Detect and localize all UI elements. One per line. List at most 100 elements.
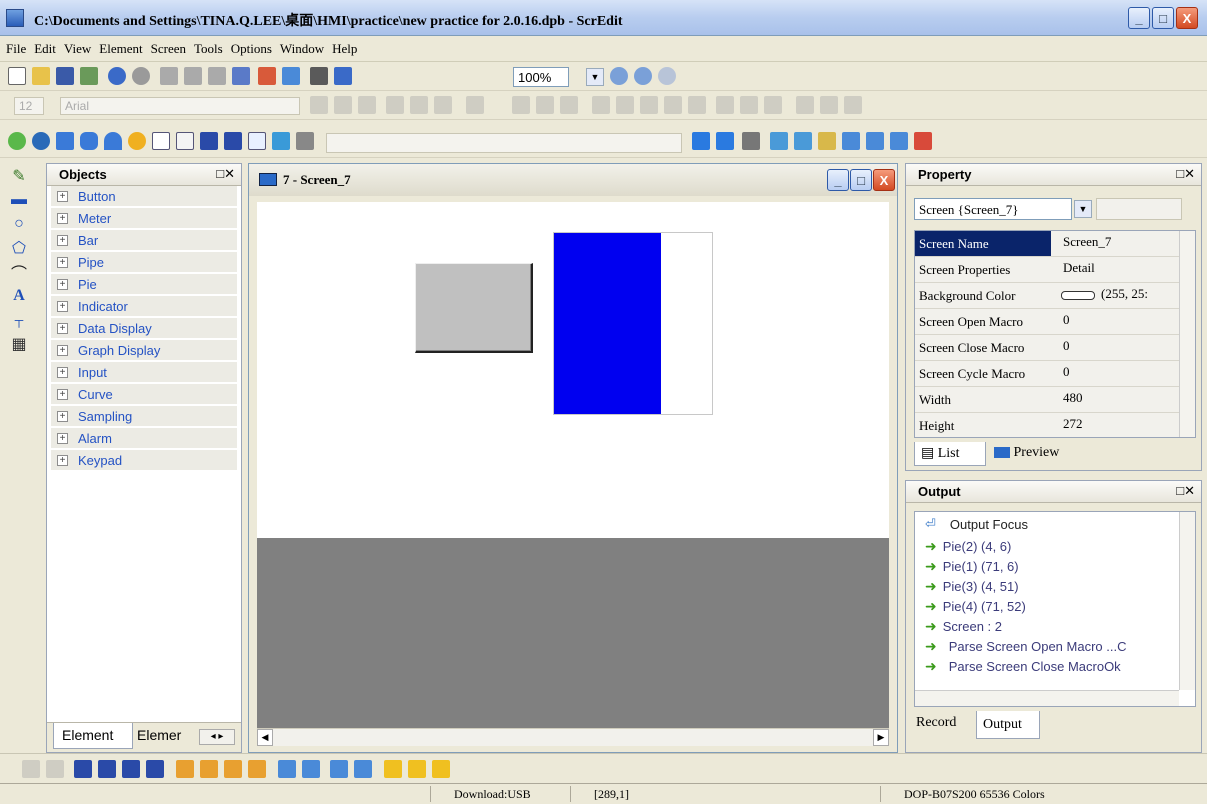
distribute-vertical-icon[interactable] (408, 760, 426, 778)
expand-icon[interactable]: + (57, 432, 68, 444)
rectangle-icon[interactable]: ▬ (10, 191, 28, 209)
object-item-pipe[interactable]: + Pipe (51, 252, 237, 273)
object-item-bar[interactable]: + Bar (51, 230, 237, 251)
panel-close-icon[interactable]: □✕ (1176, 483, 1195, 499)
menu-file[interactable]: File (6, 41, 34, 57)
scroll-left-icon[interactable]: ◀ (257, 729, 273, 746)
indicator-element-icon[interactable] (128, 132, 146, 150)
flip-vertical-icon[interactable] (354, 760, 372, 778)
meter-element-icon[interactable] (32, 132, 50, 150)
circle-icon[interactable]: ○ (10, 215, 28, 233)
object-item-curve[interactable]: + Curve (51, 384, 237, 405)
send-backward-icon[interactable] (146, 760, 164, 778)
expand-icon[interactable]: + (57, 344, 68, 356)
print-icon[interactable] (310, 67, 328, 85)
tab-element[interactable]: Element (53, 723, 133, 749)
same-height-icon[interactable] (820, 96, 838, 114)
distribute-both-icon[interactable] (432, 760, 450, 778)
font-color-icon[interactable] (466, 96, 484, 114)
settings-icon[interactable] (742, 132, 760, 150)
open-screen-icon[interactable] (282, 67, 300, 85)
expand-icon[interactable]: + (57, 410, 68, 422)
flip-horizontal-icon[interactable] (330, 760, 348, 778)
align-objects-center-icon[interactable] (664, 96, 682, 114)
screen-minimize-button[interactable]: _ (827, 169, 849, 191)
bring-to-front-icon[interactable] (74, 760, 92, 778)
panel-close-icon[interactable]: □✕ (216, 166, 235, 182)
scale-icon[interactable]: ┬ (10, 311, 28, 329)
object-item-keypad[interactable]: + Keypad (51, 450, 237, 471)
underline-icon[interactable] (560, 96, 578, 114)
stop-icon[interactable] (914, 132, 932, 150)
data-display-icon[interactable] (152, 132, 170, 150)
menu-element[interactable]: Element (99, 41, 150, 57)
property-row-height[interactable]: Height 272 (915, 413, 1182, 437)
expand-icon[interactable]: + (57, 256, 68, 268)
graph-display-icon[interactable] (176, 132, 194, 150)
object-item-meter[interactable]: + Meter (51, 208, 237, 229)
menu-edit[interactable]: Edit (34, 41, 64, 57)
minimize-button[interactable]: _ (1128, 7, 1150, 29)
redo-icon[interactable] (132, 67, 150, 85)
sampling-element-icon[interactable] (248, 132, 266, 150)
object-item-graph-display[interactable]: + Graph Display (51, 340, 237, 361)
property-object-select[interactable]: Screen {Screen_7} (914, 198, 1072, 220)
expand-icon[interactable]: + (57, 278, 68, 290)
open-folder-icon[interactable] (32, 67, 50, 85)
simulate-icon[interactable] (866, 132, 884, 150)
distribute-horizontal-icon[interactable] (384, 760, 402, 778)
align-top-edge-icon[interactable] (224, 760, 242, 778)
menu-options[interactable]: Options (231, 41, 280, 57)
valign-bottom-icon[interactable] (434, 96, 452, 114)
maximize-button[interactable]: □ (1152, 7, 1174, 29)
tab-record[interactable]: Record (914, 711, 978, 735)
screen-maximize-button[interactable]: □ (850, 169, 872, 191)
align-left-edge-icon[interactable] (176, 760, 194, 778)
tab-preview[interactable]: Preview (990, 442, 1080, 464)
object-item-pie[interactable]: + Pie (51, 274, 237, 295)
horizontal-scrollbar[interactable]: ◀ ▶ (257, 728, 889, 746)
chevron-down-icon[interactable]: ▼ (586, 68, 604, 86)
align-right-icon[interactable] (358, 96, 376, 114)
screen-canvas[interactable] (257, 202, 889, 538)
save-icon[interactable] (56, 67, 74, 85)
menu-screen[interactable]: Screen (151, 41, 194, 57)
frame-icon[interactable] (616, 96, 634, 114)
bold-icon[interactable] (512, 96, 530, 114)
paste-icon[interactable] (208, 67, 226, 85)
zoom-select[interactable]: 100% (513, 67, 569, 87)
zoom-fit-icon[interactable] (658, 67, 676, 85)
bar-element-icon[interactable] (56, 132, 74, 150)
chevron-down-icon[interactable]: ▼ (1074, 200, 1092, 218)
zoom-in-icon[interactable] (610, 67, 628, 85)
menu-view[interactable]: View (64, 41, 99, 57)
scroll-right-icon[interactable]: ▶ (873, 729, 889, 746)
communicate-icon[interactable] (890, 132, 908, 150)
bring-forward-icon[interactable] (122, 760, 140, 778)
upload-icon[interactable] (794, 132, 812, 150)
pencil-icon[interactable]: ✎ (10, 167, 28, 185)
property-row-width[interactable]: Width 480 (915, 387, 1182, 413)
expand-icon[interactable]: + (57, 454, 68, 466)
exit-icon[interactable] (80, 67, 98, 85)
group-icon[interactable] (22, 760, 40, 778)
element-selector[interactable] (326, 133, 682, 153)
property-icon[interactable] (692, 132, 710, 150)
pipe-element-icon[interactable] (80, 132, 98, 150)
property-row-cycle-macro[interactable]: Screen Cycle Macro 0 (915, 361, 1182, 387)
close-button[interactable]: X (1176, 7, 1198, 29)
center-horizontal-icon[interactable] (278, 760, 296, 778)
alarm-element-icon[interactable] (272, 132, 290, 150)
table-icon[interactable]: ▦ (10, 335, 28, 353)
tab-scroll-arrows-icon[interactable]: ◂ ▸ (199, 729, 235, 745)
gray-button-element[interactable] (415, 263, 533, 353)
cut-icon[interactable] (160, 67, 178, 85)
screen-list-icon[interactable] (842, 132, 860, 150)
object-item-button[interactable]: + Button (51, 186, 237, 207)
input-element-icon[interactable] (200, 132, 218, 150)
property-row-screen-name[interactable]: Screen Name Screen_7 (915, 231, 1182, 257)
property-row-screen-properties[interactable]: Screen Properties Detail (915, 257, 1182, 283)
align-left-icon[interactable] (310, 96, 328, 114)
pie-element-icon[interactable] (104, 132, 122, 150)
zoom-out-icon[interactable] (634, 67, 652, 85)
